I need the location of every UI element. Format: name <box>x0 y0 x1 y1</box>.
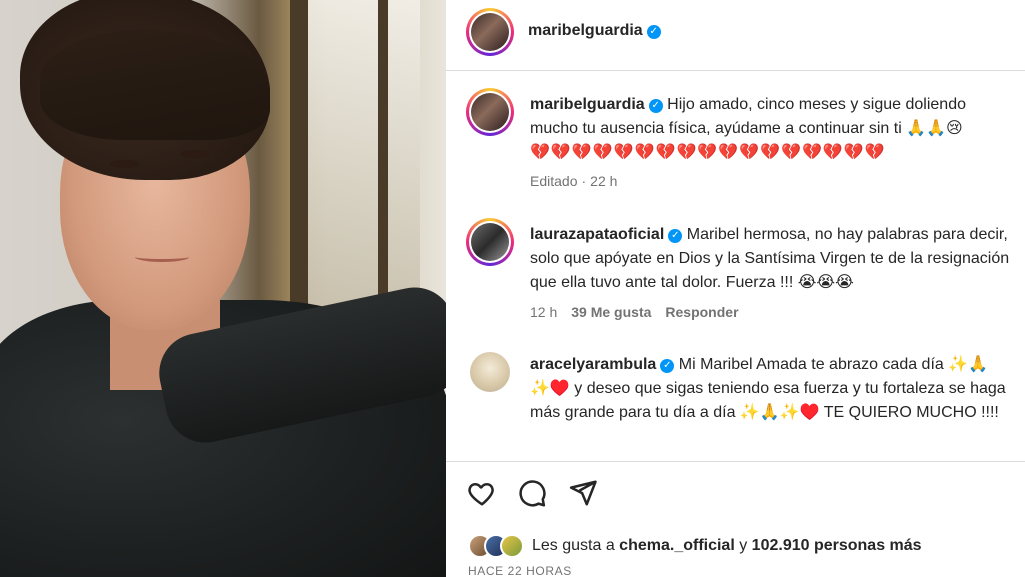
caption-meta: Editado · 22 h <box>530 173 618 189</box>
verified-badge-icon: ✓ <box>660 359 675 373</box>
edited-label: Editado <box>530 173 578 189</box>
verified-badge-icon: ✓ <box>646 25 661 39</box>
post-side-panel: maribelguardia ✓ maribelguardia ✓ Hijo ama… <box>446 0 1025 577</box>
post-timestamp: HACE 22 HORAS <box>468 564 572 577</box>
header-username[interactable]: maribelguardia <box>528 22 643 39</box>
verified-badge-icon: ✓ <box>648 99 663 113</box>
likes-text[interactable]: Les gusta a chema._official y 102.910 pe… <box>532 537 922 555</box>
comment-button[interactable] <box>517 478 547 508</box>
liker-avatar <box>500 534 524 558</box>
share-icon <box>569 480 597 506</box>
avatar-image <box>471 223 509 261</box>
comment-username[interactable]: laurazapataoficial <box>530 226 664 243</box>
like-button[interactable] <box>467 478 497 508</box>
reply-button[interactable]: Responder <box>665 304 738 320</box>
caption: maribelguardia ✓ Hijo amado, cinco meses … <box>530 93 1016 165</box>
liker-username[interactable]: chema._official <box>619 537 735 554</box>
comment-likes[interactable]: 39 Me gusta <box>571 304 651 320</box>
comment-icon <box>519 480 546 507</box>
comment-avatar[interactable] <box>470 352 510 392</box>
share-button[interactable] <box>568 478 598 508</box>
comment: laurazapataoficial ✓ Maribel hermosa, no … <box>530 223 1016 295</box>
verified-badge-icon: ✓ <box>668 229 683 243</box>
likes-count[interactable]: 102.910 personas más <box>752 537 922 554</box>
left-eye <box>110 160 140 168</box>
header-divider <box>446 70 1025 71</box>
comment-time: 12 h <box>530 304 558 320</box>
smile <box>135 252 189 262</box>
comment-meta: 12 h 39 Me gusta Responder <box>530 304 753 320</box>
header-user: maribelguardia ✓ <box>528 22 661 40</box>
comment: aracelyarambula ✓ Mi Maribel Amada te abr… <box>530 353 1016 425</box>
comment-avatar[interactable] <box>466 88 514 136</box>
broken-hearts: 💔💔💔💔💔💔💔💔💔💔💔💔💔💔💔💔💔 <box>530 144 886 161</box>
comment-username[interactable]: maribelguardia <box>530 96 645 113</box>
heart-icon <box>468 483 494 506</box>
post-photo[interactable] <box>0 0 446 577</box>
comment-avatar[interactable] <box>466 218 514 266</box>
avatar-image <box>471 13 509 51</box>
likes-summary: Les gusta a chema._official y 102.910 pe… <box>468 532 922 560</box>
header-avatar[interactable] <box>466 8 514 56</box>
comment-username[interactable]: aracelyarambula <box>530 356 656 373</box>
right-eye <box>180 150 210 158</box>
avatar-image <box>471 93 509 131</box>
comment-time: 22 h <box>590 173 618 189</box>
actions-divider <box>446 461 1025 462</box>
